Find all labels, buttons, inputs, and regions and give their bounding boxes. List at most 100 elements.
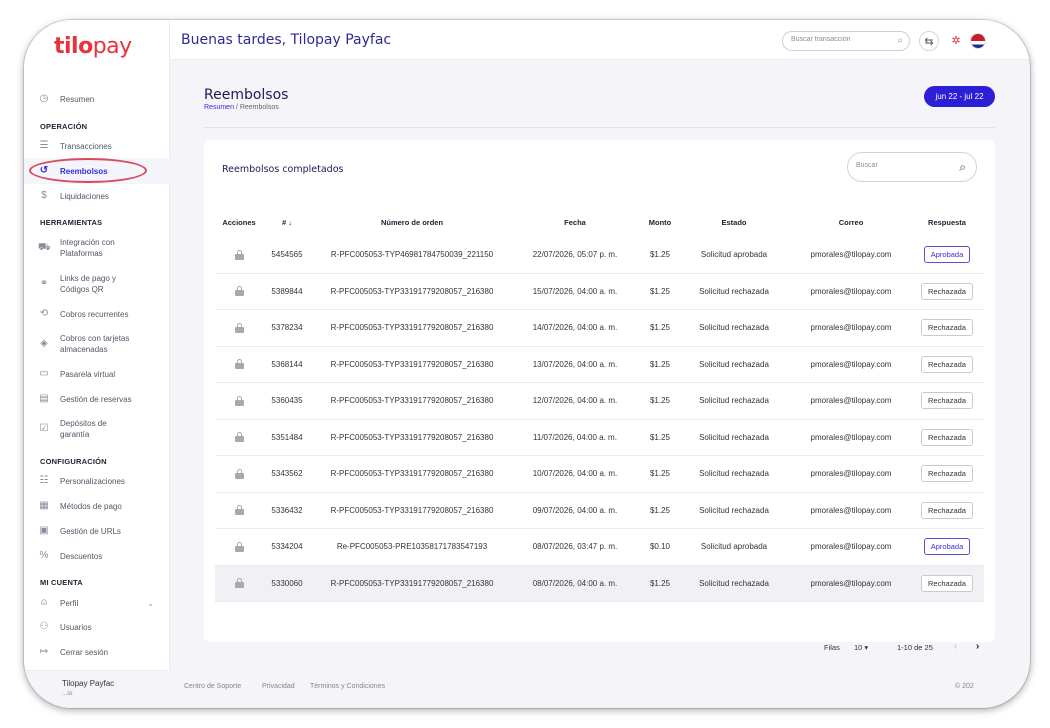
section-herramientas: HERRAMIENTAS: [40, 218, 103, 227]
footer-privacy-link[interactable]: Privacidad: [262, 683, 295, 690]
response-badge[interactable]: Rechazada: [921, 319, 973, 337]
refund-date: 22/07/2026, 05:07 p. m.: [532, 250, 618, 260]
sidebar-item-cobros-tarjetas[interactable]: ◈ Cobros con tarjetas almacenadas: [38, 333, 148, 355]
table-row[interactable]: 5336432 R-PFC005053-TYP33191779208057_216…: [215, 493, 984, 529]
sidebar-item-label: Métodos de pago: [60, 501, 122, 511]
sidebar-item-depositos[interactable]: ☑ Depósitos de garantía: [38, 418, 128, 440]
sidebar-item-metodos-pago[interactable]: ▦ Métodos de pago: [38, 500, 170, 512]
refund-date: 12/07/2026, 04:00 a. m.: [532, 396, 618, 406]
response-badge[interactable]: Aprobada: [923, 246, 971, 264]
table-row[interactable]: 5389844 R-PFC005053-TYP33191779208057_216…: [215, 274, 984, 310]
response-cell: Rechazada: [915, 383, 979, 419]
sidebar-item-liquidaciones[interactable]: $ Liquidaciones: [38, 190, 170, 202]
refund-amount: $1.25: [649, 286, 671, 296]
sidebar-item-descuentos[interactable]: % Descuentos: [38, 550, 170, 562]
response-badge[interactable]: Rechazada: [921, 282, 973, 300]
date-range-button[interactable]: jun 22 - jul 22: [924, 86, 995, 107]
sidebar-item-links-pago[interactable]: ⚭ Links de pago y Códigos QR: [38, 273, 138, 295]
refund-email: pmorales@tilopay.com: [810, 286, 892, 296]
response-badge[interactable]: Rechazada: [921, 465, 973, 483]
table-row[interactable]: 5378234 R-PFC005053-TYP33191779208057_216…: [215, 310, 984, 347]
sidebar-item-reservas[interactable]: ▤ Gestión de reservas: [38, 393, 170, 405]
chevron-left-icon[interactable]: ‹: [954, 641, 957, 652]
sidebar-item-transacciones[interactable]: ☰ Transacciones: [38, 140, 170, 152]
refund-status: Solicitud aprobada: [700, 250, 768, 260]
sidebar-item-cerrar-sesion[interactable]: ↦ Cerrar sesión: [38, 646, 170, 658]
sidebar-item-personalizaciones[interactable]: ☷ Personalizaciones: [38, 475, 170, 487]
swap-icon[interactable]: ⇆: [919, 31, 939, 51]
response-badge[interactable]: Rechazada: [921, 355, 973, 373]
transaction-search-input[interactable]: [791, 36, 891, 43]
sidebar-item-resumen[interactable]: ◷ Resumen: [38, 93, 170, 105]
clock-icon: ◷: [39, 93, 49, 104]
sidebar-item-label: Cerrar sesión: [60, 647, 109, 657]
table-row[interactable]: 5360435 R-PFC005053-TYP33191779208057_216…: [215, 383, 984, 420]
sparkle-icon[interactable]: ✲: [946, 31, 966, 51]
table-search-input[interactable]: [856, 162, 946, 169]
sidebar-item-urls[interactable]: ▣ Gestión de URLs: [38, 525, 170, 537]
account-switcher[interactable]: Tilopay Payfac ...io: [24, 670, 170, 708]
lock-icon: [234, 578, 244, 589]
refund-id: 5336432: [271, 505, 303, 515]
table-row[interactable]: 5334204 Re-PFC005053-PRE10358171783547193…: [215, 529, 984, 566]
refund-amount: $1.25: [649, 578, 671, 588]
chevron-right-icon[interactable]: ›: [976, 641, 979, 652]
sidebar-item-label: Cobros con tarjetas almacenadas: [60, 334, 130, 354]
response-badge[interactable]: Rechazada: [921, 428, 973, 446]
sidebar-item-pasarela[interactable]: ▭ Pasarela virtual: [38, 368, 170, 380]
response-badge[interactable]: Aprobada: [923, 538, 971, 556]
row-actions: [219, 310, 259, 346]
lock-icon: [234, 468, 244, 479]
table-row[interactable]: 5351484 R-PFC005053-TYP33191779208057_216…: [215, 420, 984, 456]
sidebar-item-label: Integración con Plataformas: [60, 238, 115, 258]
rows-per-page-select[interactable]: 10 ▾: [854, 643, 868, 652]
page-footer: Centro de Soporte Privacidad Términos y …: [170, 675, 1030, 699]
table-header: Acciones # ↓ Número de orden Fecha Monto…: [215, 208, 984, 237]
response-badge[interactable]: Rechazada: [921, 392, 973, 410]
search-icon[interactable]: ⌕: [959, 160, 966, 175]
col-respuesta: Respuesta: [928, 218, 966, 227]
tilopay-logo[interactable]: tilopay: [54, 34, 132, 59]
table-row[interactable]: 5330060 R-PFC005053-TYP33191779208057_216…: [215, 565, 984, 602]
footer-terms-link[interactable]: Términos y Condiciones: [310, 683, 385, 690]
checkbox-icon: ☑: [39, 423, 49, 434]
breadcrumb-home[interactable]: Resumen: [204, 104, 234, 111]
transaction-search[interactable]: ⌕: [782, 31, 910, 51]
page-title: Reembolsos: [204, 87, 289, 103]
table-row[interactable]: 5343562 R-PFC005053-TYP33191779208057_216…: [215, 456, 984, 493]
breadcrumb-separator: /: [235, 104, 238, 111]
logo-text-pay: pay: [92, 34, 132, 59]
refund-date: 13/07/2026, 04:00 a. m.: [532, 359, 618, 369]
response-badge[interactable]: Rechazada: [921, 574, 973, 592]
sidebar-item-integracion[interactable]: ⛟ Integración con Plataformas: [38, 237, 138, 259]
sidebar-item-label: Resumen: [60, 94, 95, 104]
breadcrumb-current: Reembolsos: [239, 104, 279, 111]
response-badge[interactable]: Rechazada: [921, 501, 973, 519]
refund-id: 5343562: [271, 469, 303, 479]
order-number: R-PFC005053-TYP33191779208057_216380: [330, 578, 494, 588]
refund-id: 5368144: [271, 359, 303, 369]
refund-date: 09/07/2026, 04:00 a. m.: [532, 505, 618, 515]
section-operacion: OPERACIÓN: [40, 122, 88, 131]
refund-id: 5360435: [271, 396, 303, 406]
sidebar-item-perfil[interactable]: ⍝ Perfil ⌄: [38, 597, 154, 609]
card-icon: ▭: [39, 368, 49, 379]
flag-icon[interactable]: [970, 33, 986, 49]
footer-support-link[interactable]: Centro de Soporte: [184, 683, 241, 690]
order-number: R-PFC005053-TYP33191779208057_216380: [330, 505, 494, 515]
sidebar-item-cobros-recurrentes[interactable]: ⟲ Cobros recurrentes: [38, 308, 170, 320]
refund-date: 14/07/2026, 04:00 a. m.: [532, 323, 618, 333]
row-actions: [219, 456, 259, 492]
table-row[interactable]: 5368144 R-PFC005053-TYP33191779208057_216…: [215, 347, 984, 383]
greeting: Buenas tardes, Tilopay Payfac: [181, 32, 392, 48]
table-row[interactable]: 5454565 R-PFC005053-TYP46981784750039_221…: [215, 237, 984, 274]
refund-email: pmorales@tilopay.com: [810, 578, 892, 588]
refund-amount: $1.25: [649, 396, 671, 406]
sidebar-item-usuarios[interactable]: ⚇ Usuarios: [38, 621, 170, 633]
search-icon[interactable]: ⌕: [897, 35, 903, 46]
refund-id: 5389844: [271, 286, 303, 296]
order-number: R-PFC005053-TYP33191779208057_216380: [330, 432, 494, 442]
table-search[interactable]: ⌕: [847, 152, 977, 182]
col-id-sort[interactable]: # ↓: [263, 208, 311, 237]
sidebar-item-label: Personalizaciones: [60, 476, 125, 486]
